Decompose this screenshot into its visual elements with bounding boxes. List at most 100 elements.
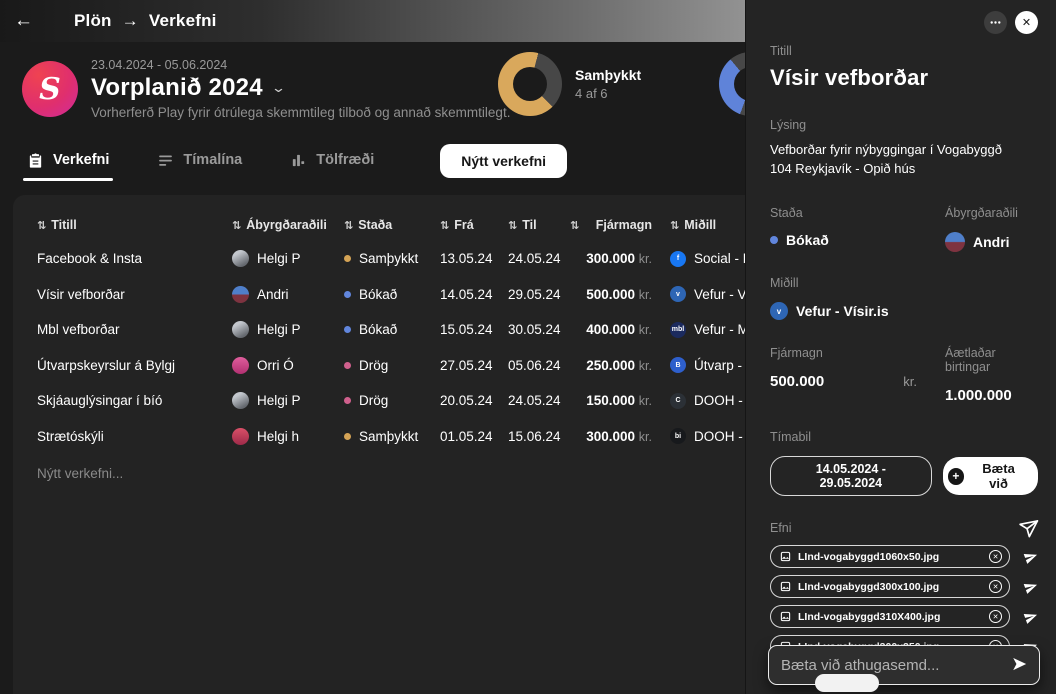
- chevron-down-icon[interactable]: ⌄: [271, 80, 286, 96]
- tab-timalina-label: Tímalína: [183, 152, 243, 168]
- media-icon: C: [670, 392, 686, 409]
- bar-chart-icon: [293, 154, 305, 166]
- media-value: Vefur - Vísir.is: [796, 303, 889, 319]
- cell-budget: 300.000 kr.: [586, 428, 652, 444]
- file-chip[interactable]: LInd-vogabyggd310X400.jpg ✕: [770, 605, 1010, 628]
- cell-media: bi DOOH - Billb: [652, 428, 745, 445]
- add-period-label: Bæta við: [982, 461, 1015, 491]
- new-task-inline[interactable]: Nýtt verkefni...: [37, 456, 745, 491]
- task-status[interactable]: Bókað: [770, 232, 945, 248]
- media-label: Vefur - Vísir.: [694, 286, 745, 302]
- cell-owner: Andri: [232, 285, 344, 303]
- cell-to-date: 24.05.24: [508, 393, 561, 409]
- avatar: [232, 321, 249, 339]
- file-chip[interactable]: LInd-vogabyggd1060x50.jpg ✕: [770, 545, 1010, 568]
- field-label-status: Staða: [770, 206, 803, 220]
- app-root: ← Plön → Verkefni S 23.04.2024 - 05.06.2…: [0, 0, 1056, 694]
- cell-owner: Helgi h: [232, 427, 344, 445]
- send-all-icon[interactable]: [1017, 517, 1040, 540]
- status-label: Samþykkt: [359, 428, 419, 444]
- add-period-button[interactable]: + Bæta við: [942, 457, 1038, 495]
- stat-approved: Samþykkt 4 af 6: [498, 52, 641, 116]
- table-row[interactable]: Facebook & Insta Helgi P Samþykkt 13.05.…: [37, 241, 745, 277]
- breadcrumb-tasks[interactable]: Verkefni: [149, 11, 217, 31]
- owner-value: Andri: [973, 234, 1010, 250]
- tab-timalina[interactable]: Tímalína: [157, 152, 242, 181]
- task-owner[interactable]: Andri: [945, 232, 1038, 252]
- tab-verkefni[interactable]: Verkefni: [22, 152, 114, 181]
- task-budget[interactable]: 500.000 kr.: [770, 373, 945, 390]
- sort-icon[interactable]: ⇅: [440, 219, 449, 232]
- cell-status: Bókað: [344, 287, 440, 302]
- more-options-button[interactable]: [984, 11, 1007, 34]
- plan-meta: 23.04.2024 - 05.06.2024 Vorplanið 2024 ⌄…: [91, 58, 510, 120]
- close-panel-button[interactable]: ✕: [1015, 11, 1038, 34]
- cell-status: Bókað: [344, 322, 440, 337]
- cell-budget: 500.000 kr.: [586, 286, 652, 302]
- stat-booked: Bókað 2 af 6: [719, 52, 745, 116]
- owner-name: Helgi P: [257, 322, 301, 338]
- column-header-budget[interactable]: ⇅ Fjármagn: [570, 218, 652, 232]
- field-label-media: Miðill: [770, 276, 799, 290]
- status-dot: [344, 397, 351, 405]
- detail-panel: ✕ Titill Vísir vefborðar Lýsing Vefborða…: [745, 0, 1056, 694]
- budget-currency: kr.: [903, 374, 917, 389]
- file-chip[interactable]: LInd-vogabyggd300x100.jpg ✕: [770, 575, 1010, 598]
- file-row: LInd-vogabyggd310X400.jpg ✕: [770, 605, 1038, 628]
- send-file-icon[interactable]: [1022, 548, 1040, 566]
- field-label-files: Efni: [770, 521, 792, 535]
- column-header-from[interactable]: ⇅ Frá: [440, 218, 508, 232]
- tab-tolfraedi-label: Tölfræði: [316, 152, 375, 168]
- cell-to-date: 15.06.24: [508, 428, 561, 444]
- remove-file-icon[interactable]: ✕: [989, 550, 1002, 563]
- table-row[interactable]: Útvarpskeyrslur á Bylgj Orri Ó Drög 27.0…: [37, 348, 745, 384]
- back-arrow-icon[interactable]: ←: [14, 10, 44, 32]
- image-icon: [780, 551, 791, 562]
- media-label: Vefur - MBL: [694, 322, 745, 338]
- table-row[interactable]: Mbl vefborðar Helgi P Bókað 15.05.24 30.…: [37, 312, 745, 348]
- file-row: LInd-vogabyggd300x100.jpg ✕: [770, 575, 1038, 598]
- table-row[interactable]: Vísir vefborðar Andri Bókað 14.05.24 29.…: [37, 277, 745, 313]
- sort-icon[interactable]: ⇅: [37, 219, 46, 232]
- status-label: Samþykkt: [359, 251, 419, 267]
- task-media[interactable]: v Vefur - Vísir.is: [770, 302, 1038, 320]
- new-task-button[interactable]: Nýtt verkefni: [440, 144, 568, 178]
- column-header-to[interactable]: ⇅ Til: [508, 218, 570, 232]
- file-row: LInd-vogabyggd1060x50.jpg ✕: [770, 545, 1038, 568]
- cell-to-date: 05.06.24: [508, 357, 561, 373]
- avatar: [232, 250, 249, 268]
- cell-owner: Helgi P: [232, 392, 344, 410]
- tab-verkefni-label: Verkefni: [53, 152, 110, 168]
- sort-icon[interactable]: ⇅: [508, 219, 517, 232]
- sort-icon[interactable]: ⇅: [570, 219, 579, 232]
- remove-file-icon[interactable]: ✕: [989, 580, 1002, 593]
- table-row[interactable]: Skjáauglýsingar í bíó Helgi P Drög 20.05…: [37, 383, 745, 419]
- cell-media: f Social - Face: [652, 250, 745, 267]
- remove-file-icon[interactable]: ✕: [989, 610, 1002, 623]
- cell-budget: 150.000 kr.: [586, 393, 652, 409]
- image-icon: [780, 581, 791, 592]
- donut-booked: [719, 52, 745, 116]
- period-chip[interactable]: 14.05.2024 - 29.05.2024: [770, 456, 932, 496]
- column-header-owner[interactable]: ⇅ Ábyrgðaraðili: [232, 218, 344, 232]
- breadcrumb-plans[interactable]: Plön: [74, 11, 112, 31]
- sort-icon[interactable]: ⇅: [232, 219, 241, 232]
- avatar: [232, 392, 249, 410]
- hidden-button-peek: [815, 674, 879, 692]
- avatar: [232, 285, 249, 303]
- task-impressions[interactable]: 1.000.000: [945, 387, 1040, 404]
- cell-title: Strætóskýli: [37, 428, 104, 444]
- sort-icon[interactable]: ⇅: [670, 219, 679, 232]
- send-file-icon[interactable]: [1022, 578, 1040, 596]
- breadcrumb-arrow-icon: →: [121, 11, 139, 30]
- sort-icon[interactable]: ⇅: [344, 219, 353, 232]
- avatar: [945, 232, 965, 252]
- send-file-icon[interactable]: [1022, 608, 1040, 626]
- column-header-status[interactable]: ⇅ Staða: [344, 218, 440, 232]
- status-dot: [344, 290, 351, 298]
- column-header-title[interactable]: ⇅ Titill: [37, 218, 232, 232]
- table-row[interactable]: Strætóskýli Helgi h Samþykkt 01.05.24 15…: [37, 419, 745, 455]
- tab-tolfraedi[interactable]: Tölfræði: [290, 152, 374, 181]
- comment-input[interactable]: [781, 656, 1012, 674]
- column-header-media[interactable]: ⇅ Miðill: [652, 218, 745, 232]
